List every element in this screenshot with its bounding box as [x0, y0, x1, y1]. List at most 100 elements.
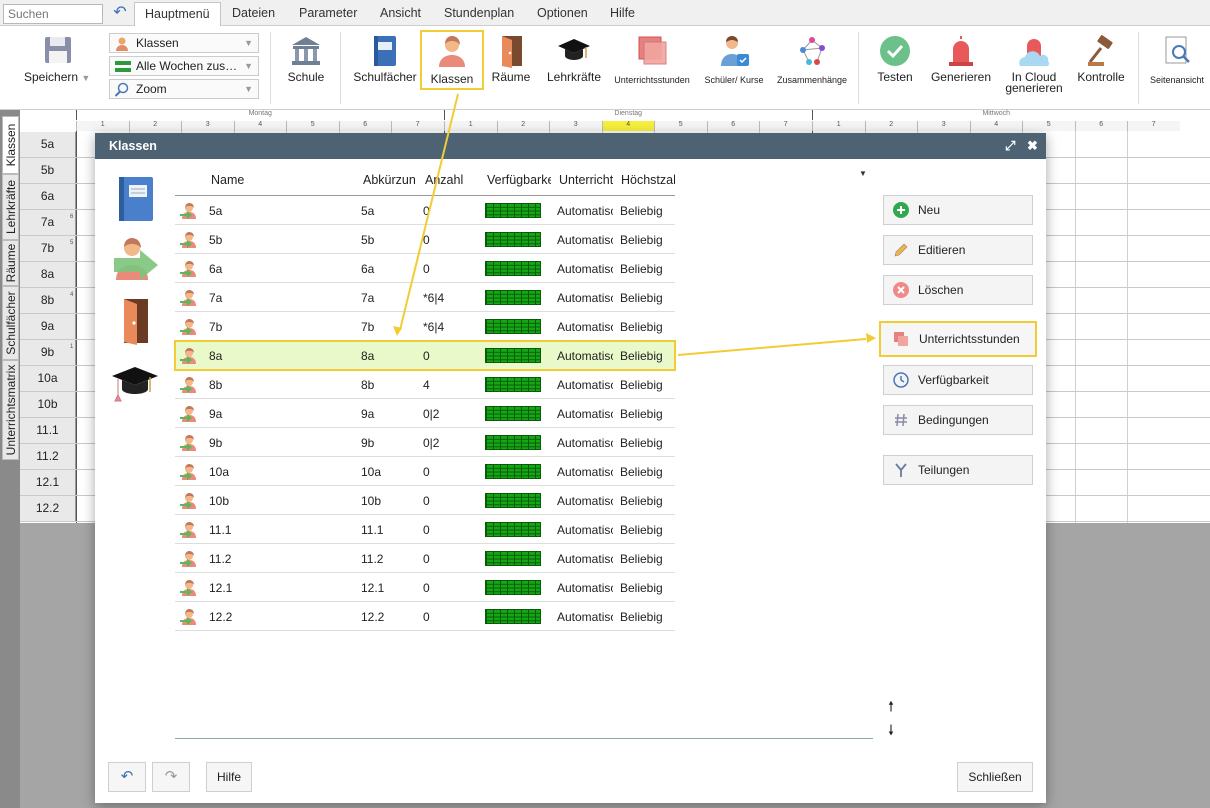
loeschen-button[interactable]: Löschen	[883, 275, 1033, 305]
move-down-icon[interactable]: 🠗	[888, 720, 894, 744]
maximize-icon[interactable]: ⤢	[1005, 133, 1015, 159]
schule-label: Schule	[287, 70, 325, 84]
col-header-unterricht[interactable]: Unterricht	[559, 173, 613, 187]
teilungen-button[interactable]: Teilungen	[883, 455, 1033, 485]
book-icon[interactable]	[115, 176, 157, 225]
col-header-abkuerzung[interactable]: Abkürzung	[363, 173, 416, 187]
generieren-button[interactable]: Generieren	[926, 26, 996, 110]
bedingungen-button[interactable]: Bedingungen	[883, 405, 1033, 435]
schliessen-button[interactable]: Schließen	[957, 762, 1033, 792]
undo-button[interactable]: ↶	[108, 762, 146, 792]
sidetab-label: Unterrichtsmatrix	[3, 364, 18, 456]
tab-ansicht[interactable]: Ansicht	[370, 2, 431, 26]
table-row[interactable]: 11.1 11.1 0 Automatisch Beliebig	[175, 515, 675, 544]
table-row[interactable]: 5a 5a 0 Automatisch Beliebig	[175, 196, 675, 225]
door-icon[interactable]	[117, 297, 153, 348]
sidetab-schulfaecher[interactable]: Schulfächer	[2, 286, 19, 360]
testen-button[interactable]: Testen	[866, 26, 924, 110]
sidetab-unterrichtsmatrix[interactable]: Unterrichtsmatrix	[2, 360, 19, 460]
save-label: Speichern	[24, 70, 79, 84]
floppy-icon	[44, 37, 71, 63]
klassen-button[interactable]: Klassen	[420, 30, 484, 90]
grid-row-label: 5b	[20, 158, 76, 183]
col-header-name[interactable]: Name	[211, 173, 311, 187]
availability-bar	[485, 377, 541, 392]
table-row[interactable]: 8a 8a 0 Automatisch Beliebig	[174, 340, 676, 371]
hilfe-button[interactable]: Hilfe	[206, 762, 252, 792]
unterrichtsstunden-button[interactable]: Unterrichtsstunden	[879, 321, 1037, 357]
tab-optionen[interactable]: Optionen	[527, 2, 598, 26]
close-icon[interactable]: ✖	[1027, 133, 1038, 159]
tab-hilfe[interactable]: Hilfe	[600, 2, 645, 26]
table-row[interactable]: 6a 6a 0 Automatisch Beliebig	[175, 254, 675, 283]
redo-button[interactable]: ↷	[152, 762, 190, 792]
weeks-icon	[115, 61, 131, 72]
grid-row-label: 8a	[20, 262, 76, 287]
column-menu-icon[interactable]: ▼	[859, 169, 867, 178]
schueler-kurse-button[interactable]: Schüler/ Kurse	[698, 26, 770, 110]
editieren-button[interactable]: Editieren	[883, 235, 1033, 265]
class-icon	[180, 434, 198, 455]
col-header-hoechstzahl[interactable]: Höchstzahl	[621, 173, 675, 187]
save-button[interactable]: Speichern ▼	[20, 26, 95, 110]
kontrolle-button[interactable]: Kontrolle	[1072, 26, 1130, 110]
class-transfer-icon[interactable]	[112, 236, 160, 285]
table-row[interactable]: 10a 10a 0 Automatisch Beliebig	[175, 457, 675, 486]
raeume-button[interactable]: Räume	[485, 26, 537, 110]
weeks-select[interactable]: Alle Wochen zus… ▼	[109, 56, 259, 76]
cell-abbreviation: 12.2	[361, 610, 385, 624]
table-row[interactable]: 12.1 12.1 0 Automatisch Beliebig	[175, 573, 675, 602]
table-row[interactable]: 7a 7a *6|4 Automatisch Beliebig	[175, 283, 675, 312]
table-row[interactable]: 5b 5b 0 Automatisch Beliebig	[175, 225, 675, 254]
cell-lesson-mode: Automatisch	[557, 378, 613, 392]
view-select[interactable]: Klassen ▼	[109, 33, 259, 53]
table-row[interactable]: 7b 7b *6|4 Automatisch Beliebig	[175, 312, 675, 341]
table-row[interactable]: 9b 9b 0|2 Automatisch Beliebig	[175, 428, 675, 457]
table-row[interactable]: 8b 8b 4 Automatisch Beliebig	[175, 370, 675, 399]
table-row[interactable]: 10b 10b 0 Automatisch Beliebig	[175, 486, 675, 515]
move-up-icon[interactable]: 🠕	[888, 696, 894, 720]
cell-max: Beliebig	[620, 581, 663, 595]
table-row[interactable]: 12.2 12.2 0 Automatisch Beliebig	[175, 602, 675, 631]
sidetab-lehrkraefte[interactable]: Lehrkräfte	[2, 174, 19, 240]
schulfaecher-button[interactable]: Schulfächer	[348, 26, 422, 110]
cloud-label-line2: generieren	[1005, 81, 1063, 95]
zoom-select[interactable]: Zoom ▼	[109, 79, 259, 99]
col-header-anzahl[interactable]: Anzahl	[425, 173, 471, 187]
klassen-dialog: Klassen ⤢ ✖ Name Abkürzung Anzahl Verfüg…	[95, 133, 1046, 803]
gavel-icon	[1088, 35, 1113, 66]
divider	[175, 738, 873, 739]
tab-stundenplan[interactable]: Stundenplan	[434, 2, 524, 26]
page-preview-icon	[1165, 36, 1190, 64]
sidetab-raeume[interactable]: Räume	[2, 240, 19, 286]
cell-max: Beliebig	[620, 291, 663, 305]
class-icon	[180, 579, 198, 600]
tab-parameter[interactable]: Parameter	[289, 2, 367, 26]
chevron-down-icon[interactable]: ▼	[81, 73, 90, 83]
neu-button[interactable]: Neu	[883, 195, 1033, 225]
verfuegbarkeit-button[interactable]: Verfügbarkeit	[883, 365, 1033, 395]
cloud-generieren-button[interactable]: In Cloud generieren	[998, 26, 1070, 110]
tab-hauptmenue[interactable]: Hauptmenü	[134, 2, 221, 27]
lehrkraefte-button[interactable]: Lehrkräfte	[539, 26, 609, 110]
schule-button[interactable]: Schule	[278, 26, 334, 110]
class-icon	[180, 289, 198, 310]
search-input[interactable]	[3, 4, 103, 24]
seitenansicht-button[interactable]: Seitenansicht	[1144, 26, 1210, 110]
zusammenhaenge-button[interactable]: Zusammenhänge	[772, 26, 852, 110]
grid-period-header: 3	[181, 121, 234, 131]
table-row[interactable]: 11.2 11.2 0 Automatisch Beliebig	[175, 544, 675, 573]
sidetab-klassen[interactable]: Klassen	[2, 116, 19, 174]
grid-period-header: 4	[601, 121, 654, 131]
table-row[interactable]: 9a 9a 0|2 Automatisch Beliebig	[175, 399, 675, 428]
undo-icon[interactable]: ↶	[108, 4, 132, 24]
unterrichtsstunden-button[interactable]: Unterrichtsstunden	[611, 26, 693, 110]
grid-period-header: 1	[812, 121, 865, 131]
graduation-cap-icon[interactable]	[110, 362, 160, 407]
col-header-verfuegbarkeit[interactable]: Verfügbarkeit	[487, 173, 551, 187]
tab-dateien[interactable]: Dateien	[222, 2, 285, 26]
cell-max: Beliebig	[620, 233, 663, 247]
pencil-icon	[894, 243, 908, 257]
grid-row-label: 11.2	[20, 444, 76, 469]
grid-row-hint: 4	[70, 292, 74, 298]
